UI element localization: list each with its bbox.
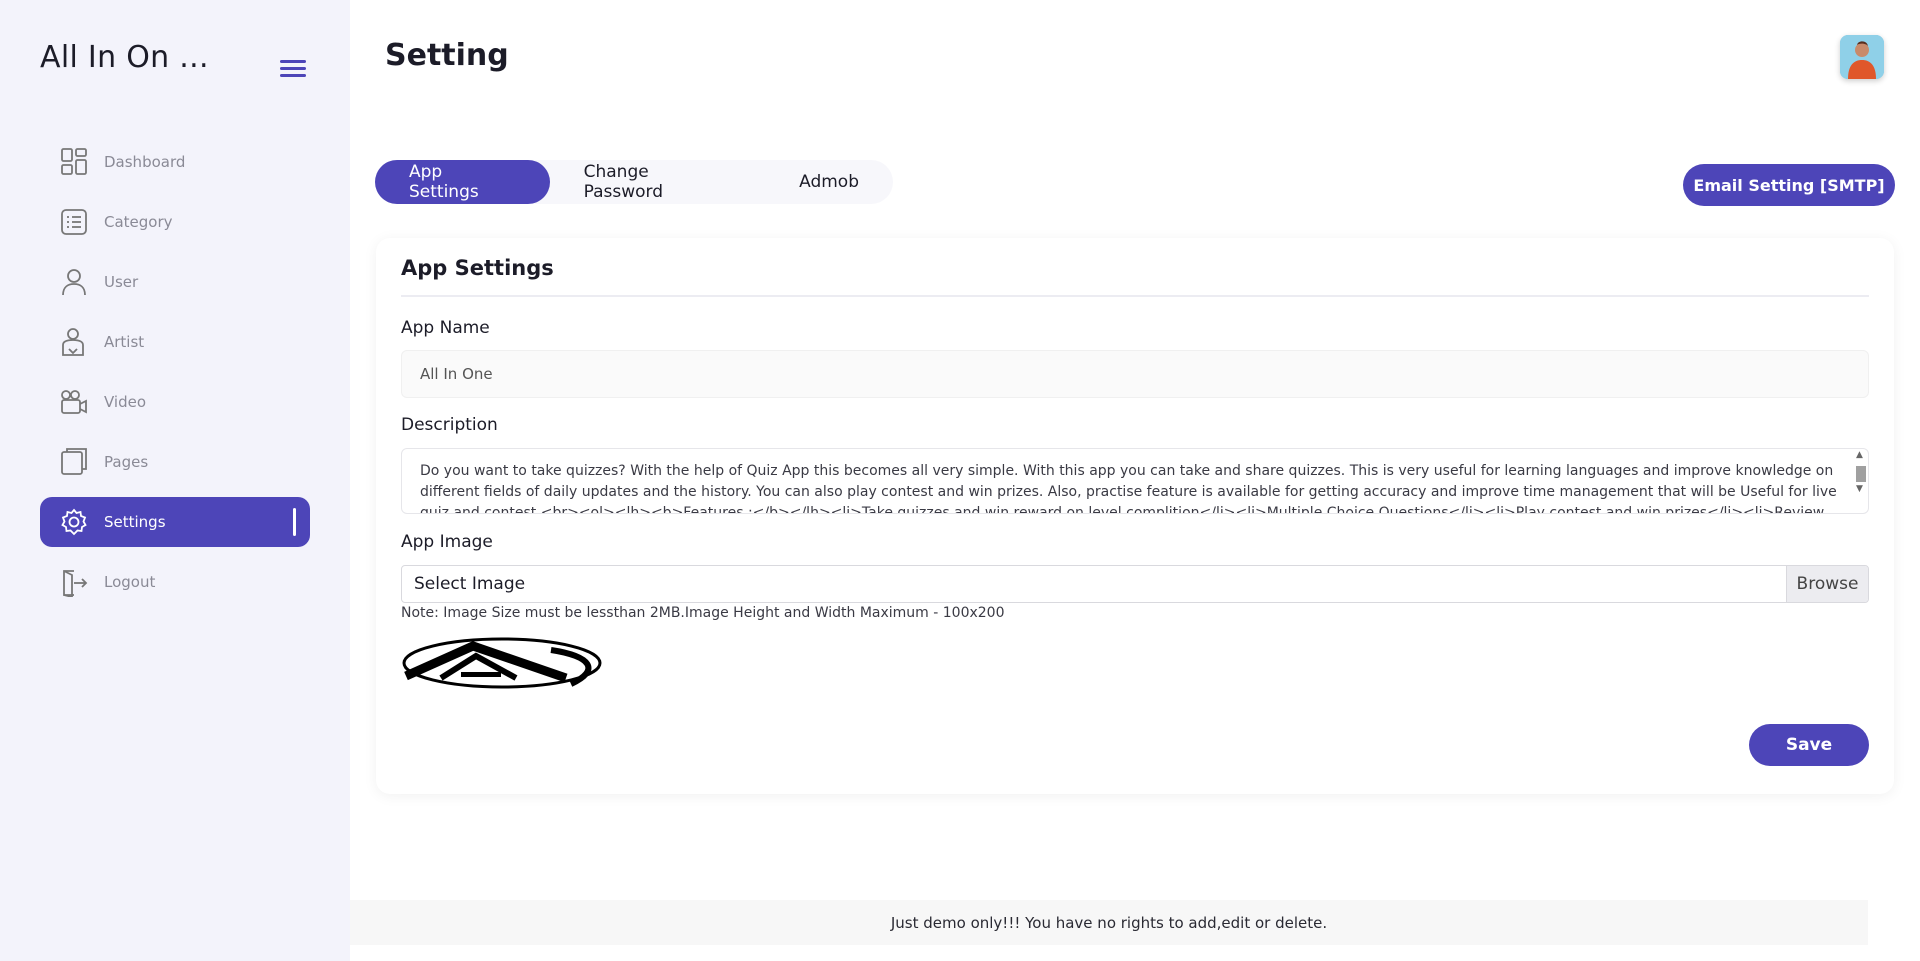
sidebar-item-label: Pages [104, 453, 149, 471]
video-camera-icon [60, 387, 88, 417]
sidebar-item-label: Dashboard [104, 153, 186, 171]
sidebar-item-label: Video [104, 393, 147, 411]
sidebar-item-label: User [104, 273, 139, 291]
sidebar-item-category[interactable]: Category [40, 197, 310, 247]
dashboard-icon [60, 147, 88, 177]
email-setting-smtp-button[interactable]: Email Setting [SMTP] [1683, 164, 1895, 206]
app-image-label: App Image [401, 532, 493, 552]
sidebar-item-label: Category [104, 213, 173, 231]
artist-icon [60, 327, 88, 357]
select-image-text[interactable]: Select Image [402, 566, 1786, 602]
avatar[interactable] [1840, 35, 1884, 79]
sidebar: All In On ... Dashboard Category User Ar… [0, 0, 350, 961]
sidebar-item-label: Logout [104, 573, 156, 591]
sidebar-item-logout[interactable]: Logout [40, 557, 310, 607]
sidebar-item-artist[interactable]: Artist [40, 317, 310, 367]
settings-tabs: App Settings Change Password Admob [375, 160, 893, 204]
page-title: Setting [385, 38, 509, 73]
demo-notice-footer: Just demo only!!! You have no rights to … [350, 900, 1868, 945]
app-name-input[interactable] [401, 350, 1869, 398]
card-title: App Settings [401, 256, 554, 280]
tab-app-settings[interactable]: App Settings [375, 160, 550, 204]
image-size-note: Note: Image Size must be lessthan 2MB.Im… [401, 605, 1005, 621]
sidebar-item-settings[interactable]: Settings [40, 497, 310, 547]
hamburger-menu-icon[interactable] [280, 60, 306, 80]
sidebar-item-label: Artist [104, 333, 145, 351]
description-textarea[interactable]: Do you want to take quizzes? With the he… [401, 448, 1869, 514]
sidebar-item-video[interactable]: Video [40, 377, 310, 427]
pages-icon [60, 447, 88, 477]
description-scrollbar[interactable]: ▲ ▼ [1853, 450, 1867, 512]
brand-title: All In On ... [40, 40, 209, 75]
tab-admob[interactable]: Admob [765, 160, 893, 204]
app-name-label: App Name [401, 318, 490, 338]
sidebar-item-dashboard[interactable]: Dashboard [40, 137, 310, 187]
user-icon [60, 267, 88, 297]
tab-change-password[interactable]: Change Password [550, 160, 766, 204]
description-label: Description [401, 415, 498, 435]
app-image-file-input[interactable]: Select Image Browse [401, 565, 1869, 603]
browse-button[interactable]: Browse [1786, 566, 1868, 602]
save-button[interactable]: Save [1749, 724, 1869, 766]
app-settings-card: App Settings App Name Description Do you… [376, 238, 1894, 794]
sidebar-item-label: Settings [104, 513, 166, 531]
sidebar-item-user[interactable]: User [40, 257, 310, 307]
divider [401, 295, 1869, 297]
sidebar-nav: Dashboard Category User Artist Video Pag… [40, 137, 310, 617]
sidebar-item-pages[interactable]: Pages [40, 437, 310, 487]
gear-icon [60, 507, 88, 537]
logout-icon [60, 567, 88, 597]
list-icon [60, 207, 88, 237]
app-logo-preview-image [401, 636, 603, 690]
